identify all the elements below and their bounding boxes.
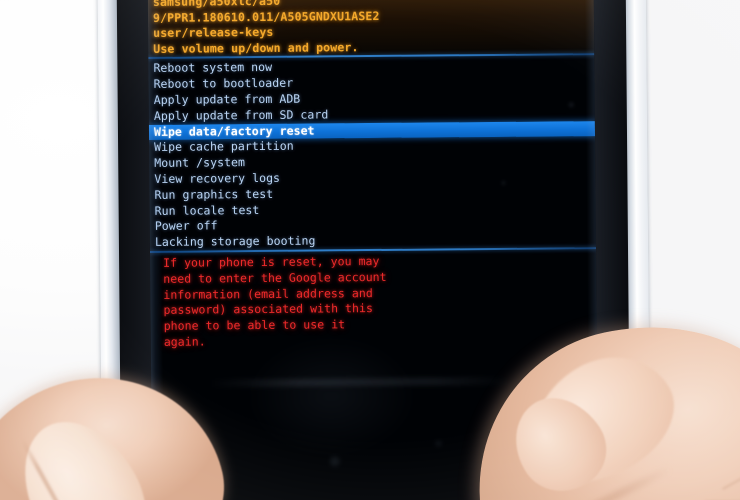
right-hand-vein-d (721, 459, 740, 491)
recovery-warning-block: If your phone is reset, you may need to … (150, 249, 597, 351)
recovery-menu-list[interactable]: Reboot system now Reboot to bootloader A… (148, 55, 596, 250)
recovery-header-block: Android Recovery samsung/a50xtc/a50 9/PP… (147, 0, 595, 58)
photo-scene: Android Recovery samsung/a50xtc/a50 9/PP… (0, 0, 740, 500)
